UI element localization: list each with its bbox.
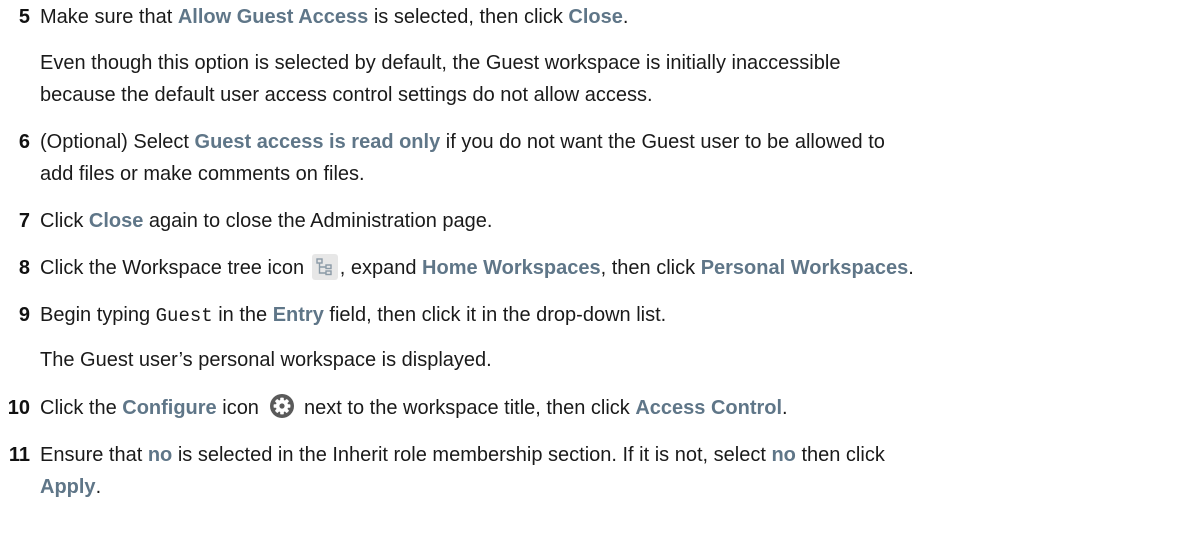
- step-text: Apply.: [40, 472, 101, 502]
- workspace-tree-icon: [311, 254, 338, 280]
- text-run: next to the workspace title, then click: [298, 397, 636, 419]
- ui-term-configure: Configure: [122, 397, 217, 419]
- text-run: if you do not want the Guest user to be …: [440, 131, 885, 153]
- text-run: Make sure that: [40, 6, 178, 28]
- step-text: Click the Workspace tree icon , expand H…: [40, 253, 914, 283]
- text-run: .: [95, 476, 102, 498]
- text-run: Ensure that: [40, 444, 148, 466]
- ui-term-home-workspaces: Home Workspaces: [422, 257, 601, 279]
- ui-term-access-control: Access Control: [635, 397, 783, 419]
- text-run: Click: [40, 210, 89, 232]
- text-run: Begin typing: [40, 304, 156, 326]
- text-run: Click the: [40, 397, 123, 419]
- text-run: Click the Workspace tree icon: [40, 257, 310, 279]
- text-run: is selected, then click: [368, 6, 569, 28]
- step-text: Make sure that Allow Guest Access is sel…: [40, 2, 628, 32]
- ui-term-guest-read-only: Guest access is read only: [194, 131, 441, 153]
- step-text: add files or make comments on files.: [40, 163, 365, 185]
- step-text: (Optional) Select Guest access is read o…: [40, 127, 885, 157]
- ui-term-close: Close: [88, 210, 144, 232]
- text-run: in the: [212, 304, 273, 326]
- ui-term-apply: Apply: [40, 476, 96, 498]
- step-text: Begin typing Guest in the Entry field, t…: [40, 300, 666, 331]
- text-run: , then click: [600, 257, 701, 279]
- text-run: (Optional) Select: [40, 131, 195, 153]
- ui-term-personal-workspaces: Personal Workspaces: [700, 257, 909, 279]
- ui-term-no: no: [147, 444, 173, 466]
- text-run: .: [908, 257, 914, 279]
- text-run: .: [782, 397, 788, 419]
- ui-term-allow-guest-access: Allow Guest Access: [177, 6, 369, 28]
- ui-term-close: Close: [568, 6, 623, 28]
- text-run: .: [622, 6, 629, 28]
- step-number: 8: [18, 257, 30, 279]
- note-text: because the default user access control …: [40, 84, 653, 106]
- step-text: Click the Configure icon next to the wor…: [40, 393, 788, 423]
- note-text: The Guest user’s personal workspace is d…: [40, 349, 492, 371]
- text-run: is selected in the Inherit role membersh…: [172, 444, 772, 466]
- code-guest: Guest: [155, 305, 213, 327]
- step-number: 11: [8, 444, 30, 466]
- step-text: Ensure that no is selected in the Inheri…: [40, 440, 885, 470]
- note-text: Even though this option is selected by d…: [40, 52, 841, 74]
- text-run: then click: [795, 444, 885, 466]
- step-number: 9: [18, 304, 30, 326]
- text-run: , expand: [339, 257, 423, 279]
- step-number: 7: [18, 210, 30, 232]
- text-run: again to close the Administration page.: [143, 210, 493, 232]
- step-number: 5: [18, 6, 30, 28]
- step-number: 10: [7, 397, 30, 419]
- ui-term-no: no: [771, 444, 796, 466]
- step-number: 6: [18, 131, 30, 153]
- step-text: Click Close again to close the Administr…: [40, 206, 492, 236]
- gear-icon: [269, 393, 295, 419]
- text-run: icon: [216, 397, 265, 419]
- ui-term-entry: Entry: [272, 304, 324, 326]
- text-run: field, then click it in the drop-down li…: [323, 304, 667, 326]
